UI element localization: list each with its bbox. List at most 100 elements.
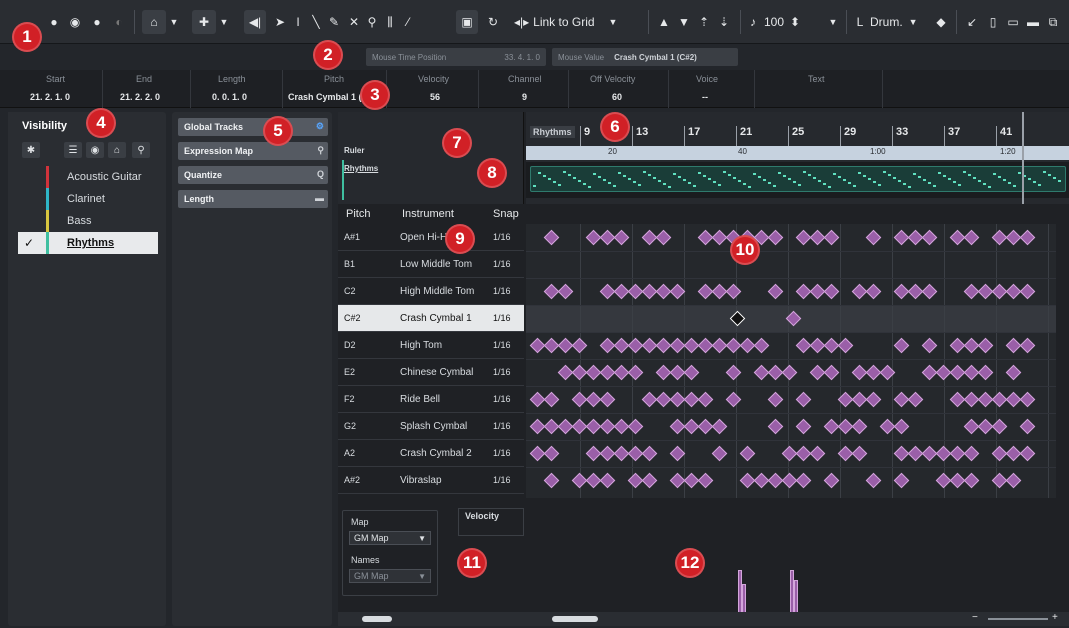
section-quantize[interactable]: Quantize Q — [178, 166, 328, 184]
drum-note[interactable] — [921, 283, 938, 300]
column-snap[interactable]: Snap — [493, 208, 519, 220]
length-value[interactable]: 0. 0. 1. 0 — [212, 92, 247, 102]
setup-window-icon[interactable]: ⧉ — [1044, 10, 1062, 34]
insert-velocity-field[interactable]: 100 ⬍ — [764, 10, 824, 34]
drum-note[interactable] — [1019, 445, 1036, 462]
drum-note[interactable] — [865, 472, 882, 489]
list-item[interactable]: E2 Chinese Cymbal 1/16 — [338, 359, 524, 386]
drum-note[interactable] — [963, 472, 980, 489]
drum-note[interactable] — [1005, 364, 1022, 381]
drum-note[interactable] — [893, 418, 910, 435]
drum-note[interactable] — [823, 283, 840, 300]
drum-note[interactable] — [767, 391, 784, 408]
pin-icon[interactable]: ✱ — [22, 142, 40, 158]
column-pitch[interactable]: Pitch — [346, 208, 370, 220]
zoom-in-icon[interactable]: + — [1052, 612, 1058, 623]
chevron-down-icon[interactable]: ▼ — [826, 10, 840, 34]
velocity-lane[interactable] — [526, 512, 1056, 614]
left-zone-icon[interactable]: ▯ — [984, 10, 1002, 34]
monitor-icon[interactable]: ◉ — [66, 10, 84, 34]
drum-note[interactable] — [613, 229, 630, 246]
drumstick-icon[interactable]: ✎ — [326, 10, 342, 34]
list-item[interactable]: A#2 Vibraslap 1/16 — [338, 467, 524, 494]
pitch-value[interactable]: Crash Cymbal 1 ( — [288, 92, 362, 102]
drum-note[interactable] — [1019, 337, 1036, 354]
quantize-icon[interactable]: Q — [317, 169, 324, 179]
line-icon[interactable]: ⫼ — [382, 10, 398, 34]
drum-note[interactable] — [1005, 472, 1022, 489]
drum-note[interactable] — [767, 283, 784, 300]
drum-note[interactable] — [627, 418, 644, 435]
list-item[interactable]: C2 High Middle Tom 1/16 — [338, 278, 524, 305]
list-icon[interactable]: ☰ — [64, 142, 82, 158]
drum-note[interactable] — [627, 364, 644, 381]
object-select-icon[interactable]: ➤ — [272, 10, 288, 34]
zoom-out-icon[interactable]: − — [972, 612, 978, 623]
drum-note[interactable] — [865, 391, 882, 408]
zoom-icon[interactable]: ⚲ — [364, 10, 380, 34]
drum-note[interactable] — [977, 337, 994, 354]
scrollbar-thumb[interactable] — [362, 616, 392, 622]
drum-note[interactable] — [697, 391, 714, 408]
acoustic-feedback-icon[interactable]: ▣ — [456, 10, 478, 34]
drum-note[interactable] — [865, 283, 882, 300]
list-item-selected[interactable]: C#2 Crash Cymbal 1 1/16 — [338, 305, 524, 332]
drum-note[interactable] — [739, 445, 756, 462]
event-display[interactable] — [526, 224, 1056, 498]
drum-note[interactable] — [893, 337, 910, 354]
map-select[interactable]: GM Map ▼ — [349, 531, 431, 545]
list-item[interactable]: B1 Low Middle Tom 1/16 — [338, 251, 524, 278]
velocity-value[interactable]: 56 — [430, 92, 440, 102]
drum-note[interactable] — [823, 229, 840, 246]
move-up-icon[interactable]: ⇡ — [696, 10, 712, 34]
right-zone-icon[interactable]: ▭ — [1004, 10, 1022, 34]
off-velocity-value[interactable]: 60 — [612, 92, 622, 102]
loop-icon[interactable]: ↻ — [484, 10, 502, 34]
drum-note[interactable] — [963, 445, 980, 462]
search-icon[interactable]: ⚲ — [132, 142, 150, 158]
speaker-icon[interactable]: ◀| — [244, 10, 266, 34]
snap-mode-select[interactable]: ◂|▸ Link to Grid ▼ — [510, 10, 630, 34]
drum-note[interactable] — [641, 445, 658, 462]
draw-icon[interactable]: ╲ — [308, 10, 324, 34]
eye-icon[interactable]: ◉ — [86, 142, 104, 158]
start-value[interactable]: 21. 2. 1. 0 — [30, 92, 70, 102]
record-icon[interactable]: ● — [88, 10, 106, 34]
list-item[interactable]: A#1 Open Hi-Hat 1/16 — [338, 224, 524, 251]
section-expression-map[interactable]: Expression Map ⚲ — [178, 142, 328, 160]
drum-note[interactable] — [543, 445, 560, 462]
drum-note[interactable] — [1019, 418, 1036, 435]
drum-note[interactable] — [655, 229, 672, 246]
home-icon[interactable]: ⌂ — [108, 142, 126, 158]
drum-note[interactable] — [725, 364, 742, 381]
drum-note[interactable] — [823, 472, 840, 489]
chevron-down-icon[interactable]: ▼ — [168, 10, 180, 34]
step-down-icon[interactable]: ▼ — [676, 10, 692, 34]
zoom-slider[interactable] — [988, 618, 1048, 620]
list-item[interactable]: D2 High Tom 1/16 — [338, 332, 524, 359]
list-item[interactable]: F2 Ride Bell 1/16 — [338, 386, 524, 413]
settings-icon[interactable]: ⚙ — [316, 121, 324, 132]
range-select-icon[interactable]: I — [290, 10, 306, 34]
list-item[interactable]: A2 Crash Cymbal 2 1/16 — [338, 440, 524, 467]
record-enable-icon[interactable]: ● — [46, 10, 62, 34]
drum-note[interactable] — [795, 418, 812, 435]
drum-note[interactable] — [683, 364, 700, 381]
scrollbar-thumb[interactable] — [552, 616, 598, 622]
drum-note[interactable] — [767, 229, 784, 246]
names-select[interactable]: GM Map ▼ — [349, 569, 431, 583]
section-length[interactable]: Length ▬ — [178, 190, 328, 208]
velocity-bar[interactable] — [742, 584, 746, 614]
visibility-item-clarinet[interactable]: Clarinet — [22, 188, 158, 210]
drum-note[interactable] — [963, 229, 980, 246]
drum-note[interactable] — [725, 391, 742, 408]
glue-icon[interactable]: ⁄ — [400, 10, 416, 34]
drum-note[interactable] — [725, 283, 742, 300]
list-item[interactable]: G2 Splash Cymbal 1/16 — [338, 413, 524, 440]
drum-note[interactable] — [599, 391, 616, 408]
rhythms-event[interactable] — [530, 166, 1066, 192]
drum-note[interactable] — [711, 445, 728, 462]
drum-note[interactable] — [599, 472, 616, 489]
drum-map-select[interactable]: Drum. ▼ — [870, 10, 930, 34]
collapse-icon[interactable]: ↙ — [964, 10, 980, 34]
